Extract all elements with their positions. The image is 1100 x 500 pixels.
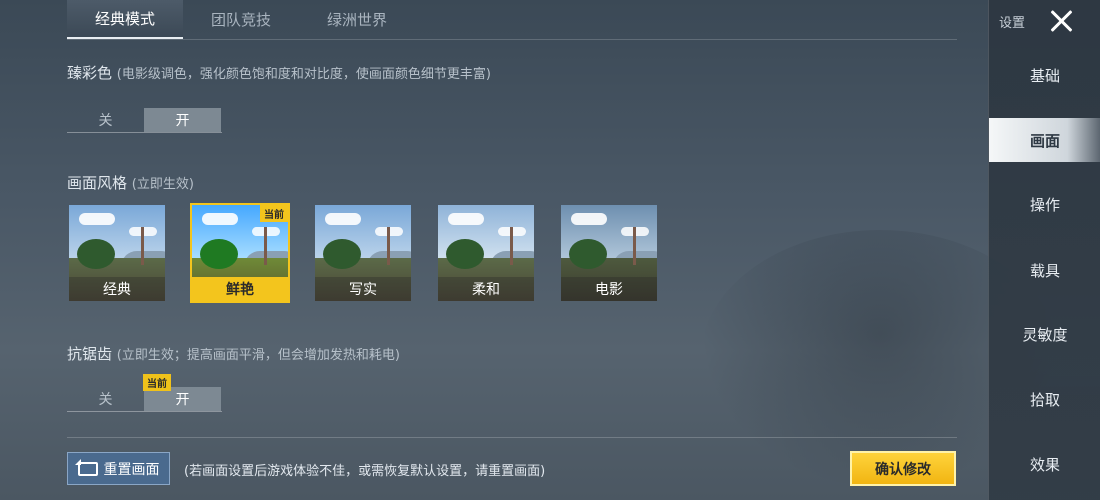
current-badge: 当前	[143, 374, 171, 391]
anti-aliasing-note: (立即生效；提高画面平滑，但会增加发热和耗电)	[116, 348, 400, 363]
tab-oasis-world[interactable]: 绿洲世界	[299, 0, 415, 39]
color-enhance-title: 臻彩色	[67, 64, 113, 82]
sidebar-item-vehicle[interactable]: 载具	[989, 248, 1100, 292]
sidebar-item-basic[interactable]: 基础	[989, 53, 1100, 97]
anti-aliasing-title: 抗锯齿	[67, 345, 113, 363]
style-card-vivid[interactable]: 当前 鲜艳	[190, 203, 290, 303]
picture-style-options: 经典 当前 鲜艳 写实 柔和 电影	[67, 203, 659, 303]
anti-aliasing-off[interactable]: 关	[67, 387, 144, 411]
confirm-changes-button[interactable]: 确认修改	[850, 451, 956, 486]
anti-aliasing-label: 抗锯齿 (立即生效；提高画面平滑，但会增加发热和耗电)	[67, 343, 400, 364]
sidebar-item-graphics[interactable]: 画面	[989, 118, 1100, 162]
close-icon[interactable]	[1047, 7, 1075, 35]
style-label-vivid: 鲜艳	[192, 277, 288, 301]
style-label-soft: 柔和	[438, 277, 534, 301]
current-badge: 当前	[260, 205, 288, 222]
mode-tabs: 经典模式 团队竞技 绿洲世界	[67, 0, 957, 40]
reset-note: (若画面设置后游戏体验不佳，或需恢复默认设置，请重置画面)	[184, 464, 546, 479]
color-enhance-on[interactable]: 开	[144, 108, 221, 132]
color-enhance-off[interactable]: 关	[67, 108, 144, 132]
anti-aliasing-toggle: 关 当前 开	[67, 374, 222, 412]
reset-picture-button[interactable]: 重置画面	[67, 452, 170, 485]
picture-style-title: 画面风格	[67, 174, 128, 192]
settings-sidebar: 设置 基础 画面 操作 载具 灵敏度 拾取 效果	[988, 0, 1100, 500]
style-card-classic[interactable]: 经典	[67, 203, 167, 303]
sidebar-item-effects[interactable]: 效果	[989, 442, 1100, 486]
reset-icon	[74, 458, 98, 476]
style-card-film[interactable]: 电影	[559, 203, 659, 303]
anti-aliasing-on[interactable]: 当前 开	[143, 374, 221, 411]
color-enhance-label: 臻彩色 (电影级调色，强化颜色饱和度和对比度，使画面颜色细节更丰富)	[67, 62, 491, 83]
color-enhance-note: (电影级调色，强化颜色饱和度和对比度，使画面颜色细节更丰富)	[116, 67, 491, 82]
settings-header: 设置	[999, 16, 1026, 31]
tab-team-deathmatch[interactable]: 团队竞技	[183, 0, 299, 39]
sidebar-item-pickup[interactable]: 拾取	[989, 377, 1100, 421]
tab-classic[interactable]: 经典模式	[67, 0, 183, 39]
sidebar-item-sensitivity[interactable]: 灵敏度	[989, 312, 1100, 356]
style-card-soft[interactable]: 柔和	[436, 203, 536, 303]
footer-divider	[67, 437, 957, 438]
color-enhance-toggle: 关 开	[67, 108, 222, 133]
reset-picture-label: 重置画面	[103, 461, 160, 478]
anti-aliasing-on-label: 开	[175, 392, 190, 408]
style-label-realistic: 写实	[315, 277, 411, 301]
picture-style-label: 画面风格 (立即生效)	[67, 172, 194, 193]
style-label-classic: 经典	[69, 277, 165, 301]
picture-style-note: (立即生效)	[131, 177, 194, 192]
sidebar-item-controls[interactable]: 操作	[989, 182, 1100, 226]
style-label-film: 电影	[561, 277, 657, 301]
style-card-realistic[interactable]: 写实	[313, 203, 413, 303]
